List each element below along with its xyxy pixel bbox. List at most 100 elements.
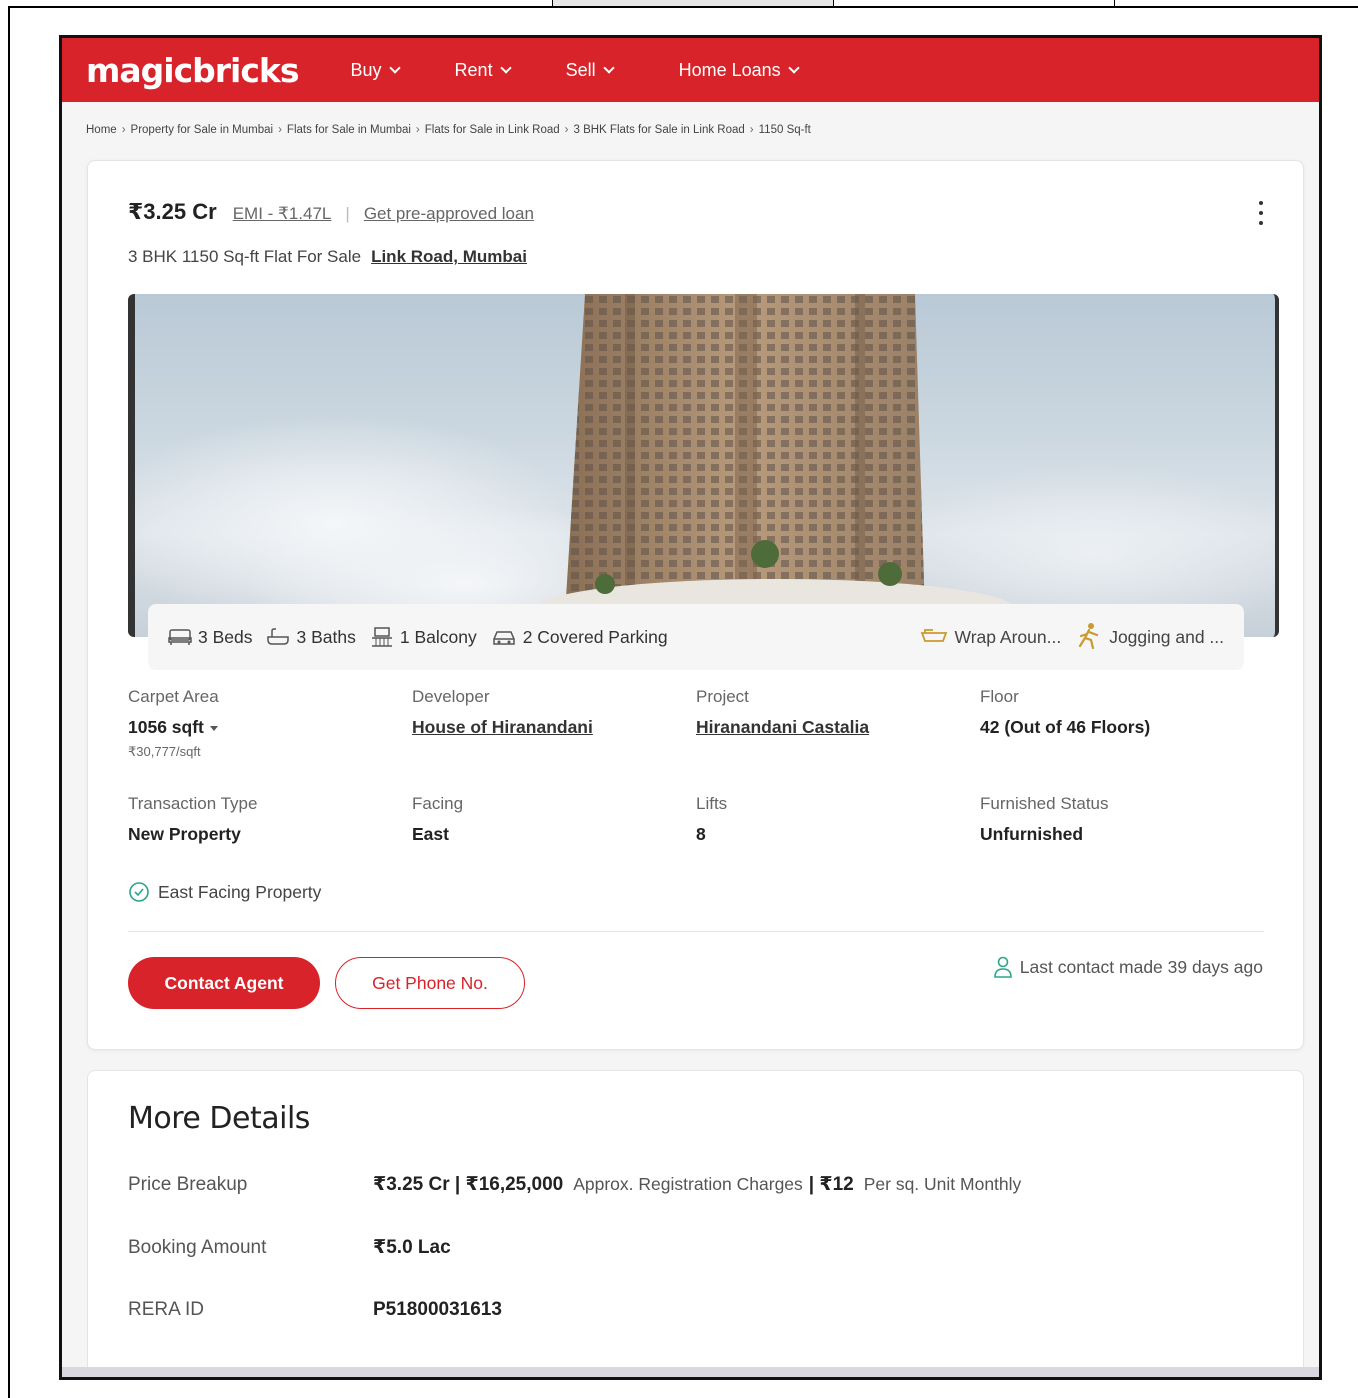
floor-cell: Floor 42 (Out of 46 Floors) — [980, 687, 1260, 738]
listing-title: 3 BHK 1150 Sq-ft Flat For Sale — [128, 247, 362, 266]
beds-label: 3 Beds — [198, 626, 253, 647]
price-breakup-value: ₹3.25 Cr | ₹16,25,000 — [373, 1174, 564, 1195]
wrap-around-label: Wrap Aroun... — [954, 626, 1062, 647]
nav-label: Home Loans — [678, 59, 781, 80]
project-cell: Project Hiranandani Castalia — [696, 687, 976, 738]
breadcrumb: Home › Property for Sale in Mumbai › Flats… — [62, 102, 1319, 157]
carpet-area-value[interactable]: 1056 sqft — [128, 717, 408, 738]
carpet-area-label: Carpet Area — [128, 687, 219, 706]
balcony-feature: 1 Balcony — [370, 626, 477, 648]
chevron-down-icon — [787, 61, 800, 74]
furnished-value: Unfurnished — [980, 824, 1084, 844]
property-photo[interactable] — [128, 294, 1279, 637]
price-row: ₹3.25 Cr EMI - ₹1.47L | Get pre-approved… — [128, 199, 534, 225]
floor-label: Floor — [980, 687, 1019, 706]
emi-link[interactable]: EMI - ₹1.47L — [233, 204, 332, 224]
nav-home-loans[interactable]: Home Loans — [678, 59, 800, 81]
breadcrumb-home[interactable]: Home — [86, 124, 117, 136]
caret-down-icon — [209, 725, 218, 731]
last-contact-text: Last contact made 39 days ago — [1019, 956, 1263, 977]
maintenance-value: | ₹12 — [808, 1174, 854, 1195]
booking-amount-value: ₹5.0 Lac — [373, 1237, 451, 1258]
wrap-around-feature[interactable]: Wrap Aroun... — [919, 626, 1062, 648]
amenity-bar: 3 Beds 3 Baths 1 Balcony 2 Covered Parki… — [148, 604, 1244, 670]
beds-feature: 3 Beds — [168, 627, 252, 648]
balcony-label: 1 Balcony — [399, 626, 477, 647]
floor-value: 42 (Out of 46 Floors) — [980, 717, 1151, 737]
horizontal-scrollbar[interactable] — [62, 1367, 1319, 1377]
chevron-down-icon — [499, 61, 512, 74]
facing-cell: Facing East — [412, 794, 692, 845]
east-facing-tag: East Facing Property — [128, 881, 321, 903]
more-details-card: More Details Price Breakup ₹3.25 Cr | ₹1… — [87, 1070, 1304, 1377]
amenity-highlights: Wrap Aroun... Jogging and ... — [905, 622, 1224, 652]
breadcrumb-separator: › — [749, 123, 754, 136]
developer-link[interactable]: House of Hiranandani — [412, 717, 692, 738]
jogging-feature[interactable]: Jogging and ... — [1075, 622, 1224, 652]
contact-agent-button[interactable]: Contact Agent — [128, 957, 320, 1009]
transaction-value: New Property — [128, 824, 241, 844]
breadcrumb-separator: › — [121, 123, 126, 136]
browser-window: magicbricks Buy Rent Sell Home Loans Hom… — [59, 35, 1322, 1380]
project-link[interactable]: Hiranandani Castalia — [696, 717, 976, 738]
divider — [128, 931, 1264, 932]
building-illustration — [135, 294, 1275, 637]
baths-label: 3 Baths — [296, 626, 356, 647]
booking-amount-label: Booking Amount — [128, 1237, 267, 1258]
balcony-icon — [371, 627, 392, 647]
price-breakup-label: Price Breakup — [128, 1174, 248, 1195]
baths-feature: 3 Baths — [266, 626, 356, 648]
car-icon — [492, 631, 515, 645]
frame-cell — [1115, 0, 1358, 8]
nav-rent[interactable]: Rent — [454, 59, 512, 81]
frame-cell — [834, 0, 1115, 8]
rera-row: RERA ID P51800031613 — [128, 1299, 502, 1321]
separator: | — [345, 204, 350, 223]
more-options-icon[interactable] — [1259, 201, 1265, 225]
price-per-sqft: ₹30,777/sqft — [128, 744, 201, 759]
get-phone-button[interactable]: Get Phone No. — [335, 957, 525, 1009]
parking-label: 2 Covered Parking — [522, 626, 668, 647]
nav-sell[interactable]: Sell — [565, 59, 615, 81]
carpet-area-cell: Carpet Area 1056 sqft ₹30,777/sqft — [128, 687, 408, 760]
site-header: magicbricks Buy Rent Sell Home Loans — [62, 38, 1319, 102]
nav-label: Buy — [350, 59, 382, 80]
pre-approved-loan-link[interactable]: Get pre-approved loan — [364, 204, 534, 224]
breadcrumb-separator: › — [415, 123, 420, 136]
listing-card: ₹3.25 Cr EMI - ₹1.47L | Get pre-approved… — [87, 160, 1304, 1050]
chevron-down-icon — [602, 61, 615, 74]
bed-icon — [168, 629, 192, 645]
last-contact-info: Last contact made 39 days ago — [992, 955, 1263, 979]
more-details-title: More Details — [128, 1101, 310, 1136]
breadcrumb-item[interactable]: Flats for Sale in Mumbai — [287, 124, 411, 136]
nav-label: Sell — [565, 59, 596, 80]
breadcrumb-item[interactable]: Flats for Sale in Link Road — [425, 124, 560, 136]
user-icon — [993, 956, 1012, 978]
listing-price: ₹3.25 Cr — [128, 199, 217, 224]
magicbricks-logo[interactable]: magicbricks — [86, 51, 300, 90]
bathtub-icon — [267, 628, 290, 645]
facing-value: East — [412, 824, 449, 844]
nav-label: Rent — [454, 59, 493, 80]
lifts-cell: Lifts 8 — [696, 794, 976, 845]
project-label: Project — [696, 687, 749, 706]
transaction-label: Transaction Type — [128, 794, 258, 813]
nav-buy[interactable]: Buy — [350, 59, 401, 81]
lifts-value: 8 — [696, 824, 706, 844]
rera-label: RERA ID — [128, 1299, 205, 1320]
price-breakup-row: Price Breakup ₹3.25 Cr | ₹16,25,000 Appr… — [128, 1173, 1027, 1196]
chevron-down-icon — [388, 61, 401, 74]
breadcrumb-item[interactable]: Property for Sale in Mumbai — [131, 124, 274, 136]
registration-note: Approx. Registration Charges — [573, 1174, 803, 1194]
breadcrumb-current: 1150 Sq-ft — [758, 123, 811, 136]
jogging-icon — [1079, 623, 1099, 650]
developer-label: Developer — [412, 687, 490, 706]
location-link[interactable]: Link Road, Mumbai — [371, 247, 527, 267]
frame-cell — [553, 0, 834, 8]
developer-cell: Developer House of Hiranandani — [412, 687, 692, 738]
frame-cell — [8, 0, 553, 8]
check-circle-icon — [129, 882, 149, 902]
breadcrumb-item[interactable]: 3 BHK Flats for Sale in Link Road — [573, 124, 744, 136]
booking-amount-row: Booking Amount ₹5.0 Lac — [128, 1236, 451, 1259]
document-frame-top — [0, 0, 1358, 8]
